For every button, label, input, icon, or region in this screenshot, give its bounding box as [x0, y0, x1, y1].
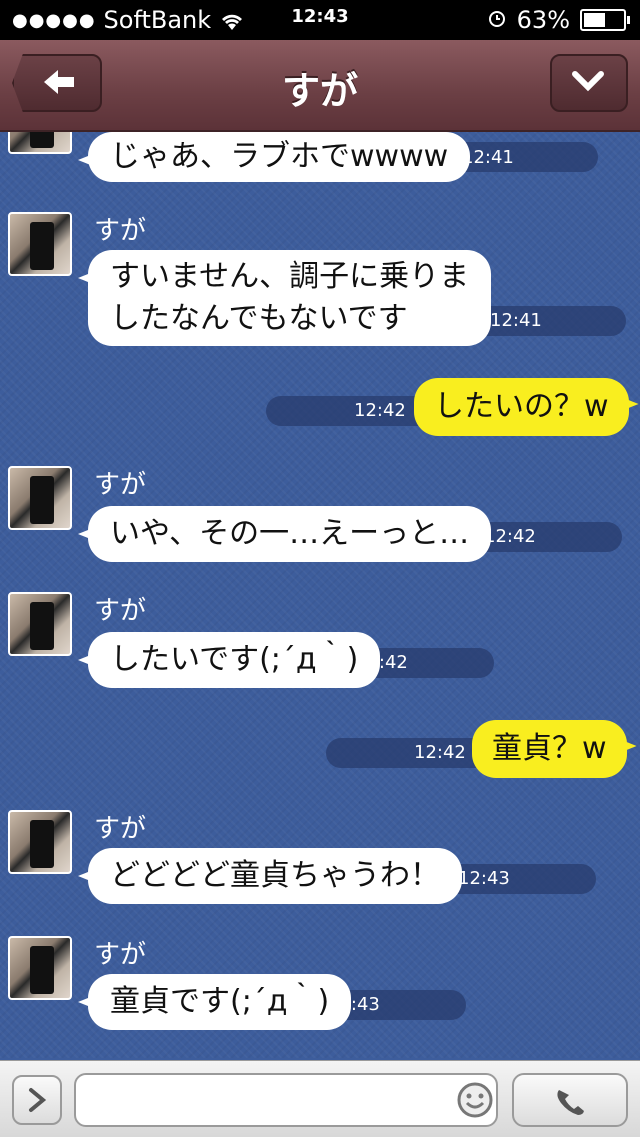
- sender-name: すが: [94, 596, 147, 626]
- message-time: 12:43: [458, 868, 510, 889]
- message-time: 12:42: [354, 400, 406, 421]
- avatar[interactable]: [8, 212, 72, 276]
- message-time: 12:42: [484, 526, 536, 547]
- sender-name: すが: [94, 470, 147, 500]
- battery-icon: [580, 9, 630, 31]
- status-bar: ●●●●● SoftBank 12:43 63%: [0, 0, 640, 40]
- message-bubble[interactable]: じゃあ、ラブホでwwww: [88, 132, 471, 182]
- input-bar: [0, 1060, 640, 1137]
- message-bubble[interactable]: 童貞です(;´д｀): [88, 974, 352, 1030]
- chat-header: すが: [0, 40, 640, 132]
- smiley-icon[interactable]: [456, 1081, 494, 1119]
- battery-percent: 63%: [516, 6, 570, 34]
- message-time: 12:42: [356, 652, 408, 673]
- attach-button[interactable]: [12, 1075, 62, 1125]
- chat-area[interactable]: じゃあ、ラブホでwwww 12:41 すが すいません、調子に乗りま したなんで…: [0, 132, 640, 1058]
- message-line: すいません、調子に乗りま: [110, 259, 470, 294]
- call-button[interactable]: [512, 1073, 628, 1127]
- message-bubble[interactable]: すいません、調子に乗りま したなんでもないです: [88, 250, 492, 346]
- sender-name: すが: [94, 814, 147, 844]
- sender-name: すが: [94, 216, 147, 246]
- sender-name: すが: [94, 940, 147, 970]
- battery-fill: [584, 13, 606, 27]
- message-bubble[interactable]: したいです(;´д｀): [88, 632, 381, 688]
- message-time: 12:41: [490, 310, 542, 331]
- message-bubble-outgoing[interactable]: 童貞？w: [472, 720, 627, 778]
- message-bubble-outgoing[interactable]: したいの？w: [414, 378, 629, 436]
- message-line: したなんでもないです: [110, 301, 408, 336]
- message-time: 12:42: [414, 742, 466, 763]
- menu-button[interactable]: [550, 54, 628, 112]
- message-time: 12:41: [462, 147, 514, 168]
- status-right: 63%: [487, 6, 630, 34]
- message-bubble[interactable]: いや、その一…えーっと…: [88, 506, 492, 562]
- avatar[interactable]: [8, 936, 72, 1000]
- message-bubble[interactable]: どどどど童貞ちゃうわ！: [88, 848, 462, 904]
- avatar[interactable]: [8, 466, 72, 530]
- avatar[interactable]: [8, 132, 72, 154]
- alarm-icon: [487, 6, 507, 34]
- chat-title: すが: [281, 69, 358, 113]
- message-time: 12:43: [328, 994, 380, 1015]
- message-input[interactable]: [74, 1073, 498, 1127]
- avatar[interactable]: [8, 810, 72, 874]
- avatar[interactable]: [8, 592, 72, 656]
